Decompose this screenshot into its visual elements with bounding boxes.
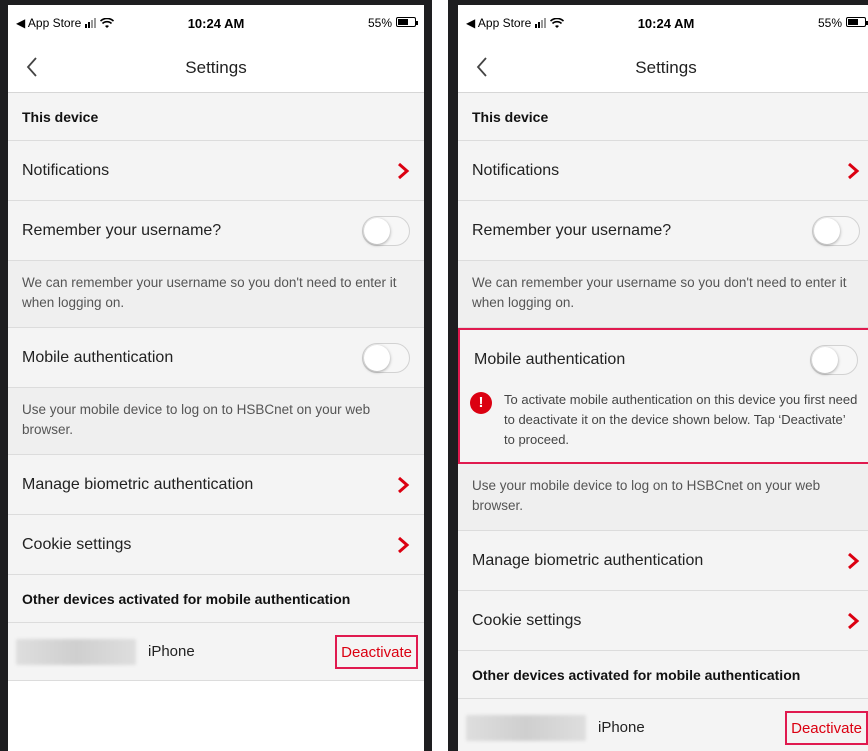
mobile-auth-description: Use your mobile device to log on to HSBC… bbox=[458, 464, 868, 531]
cookie-settings-label: Cookie settings bbox=[472, 611, 582, 629]
chevron-right-icon bbox=[848, 552, 860, 569]
section-header-other-devices: Other devices activated for mobile authe… bbox=[458, 651, 868, 699]
manage-biometric-label: Manage biometric authentication bbox=[472, 551, 704, 569]
canvas: ◀ App Store 10:24 AM 55% Settings This d… bbox=[0, 0, 868, 751]
battery-icon bbox=[846, 17, 868, 27]
status-bar: ◀ App Store 10:24 AM 55% bbox=[8, 5, 424, 43]
mobile-auth-label: Mobile authentication bbox=[22, 348, 174, 366]
notifications-label: Notifications bbox=[22, 161, 110, 179]
notifications-label: Notifications bbox=[472, 161, 560, 179]
battery-percent: 55% bbox=[817, 16, 842, 30]
chevron-right-icon bbox=[398, 476, 410, 493]
mobile-auth-row: Mobile authentication bbox=[8, 328, 424, 388]
remember-username-label: Remember your username? bbox=[22, 221, 222, 239]
remember-username-toggle[interactable] bbox=[362, 215, 410, 246]
settings-content: This device Notifications Remember your … bbox=[458, 93, 868, 751]
mobile-auth-label: Mobile authentication bbox=[474, 351, 626, 368]
status-bar: ◀ App Store 10:24 AM 55% bbox=[458, 5, 868, 43]
deactivate-button[interactable]: Deactivate bbox=[335, 635, 418, 669]
remember-username-toggle[interactable] bbox=[812, 215, 860, 246]
status-time: 10:24 AM bbox=[637, 16, 695, 31]
mobile-auth-highlight: Mobile authentication ! To activate mobi… bbox=[458, 328, 868, 464]
settings-content: This device Notifications Remember your … bbox=[8, 93, 424, 751]
left-phone-screenshot: ◀ App Store 10:24 AM 55% Settings This d… bbox=[0, 0, 432, 751]
section-header-this-device: This device bbox=[458, 93, 868, 141]
mobile-auth-description: Use your mobile device to log on to HSBC… bbox=[8, 388, 424, 455]
remember-username-row: Remember your username? bbox=[8, 201, 424, 261]
cookie-settings-row[interactable]: Cookie settings bbox=[8, 515, 424, 575]
empty-area bbox=[8, 681, 424, 751]
status-time: 10:24 AM bbox=[187, 16, 245, 31]
manage-biometric-row[interactable]: Manage biometric authentication bbox=[8, 455, 424, 515]
redacted-device-owner bbox=[466, 714, 586, 741]
right-phone-screenshot: ◀ App Store 10:24 AM 55% Settings This d… bbox=[448, 0, 868, 751]
screen: ◀ App Store 10:24 AM 55% Settings This d… bbox=[458, 5, 868, 751]
screen: ◀ App Store 10:24 AM 55% Settings This d… bbox=[8, 5, 424, 751]
chevron-right-icon bbox=[848, 162, 860, 179]
device-row: iPhone Deactivate bbox=[458, 699, 868, 751]
battery-percent: 55% bbox=[367, 16, 392, 30]
remember-username-row: Remember your username? bbox=[458, 201, 868, 261]
mobile-auth-warning: ! To activate mobile authentication on t… bbox=[460, 390, 868, 462]
remember-username-description: We can remember your username so you don… bbox=[8, 261, 424, 328]
section-header-other-devices: Other devices activated for mobile authe… bbox=[8, 575, 424, 623]
remember-username-label: Remember your username? bbox=[472, 221, 672, 239]
device-name: iPhone bbox=[598, 719, 645, 736]
device-name: iPhone bbox=[148, 643, 195, 660]
chevron-right-icon bbox=[398, 536, 410, 553]
redacted-device-owner bbox=[16, 638, 136, 665]
warning-text: To activate mobile authentication on thi… bbox=[504, 392, 858, 447]
manage-biometric-label: Manage biometric authentication bbox=[22, 475, 254, 493]
remember-username-description: We can remember your username so you don… bbox=[458, 261, 868, 328]
deactivate-button[interactable]: Deactivate bbox=[785, 711, 868, 745]
mobile-auth-toggle[interactable] bbox=[810, 345, 858, 375]
notifications-row[interactable]: Notifications bbox=[8, 141, 424, 201]
warning-icon: ! bbox=[470, 392, 492, 414]
nav-bar: Settings bbox=[458, 43, 868, 93]
chevron-right-icon bbox=[398, 162, 410, 179]
section-header-this-device: This device bbox=[8, 93, 424, 141]
page-title: Settings bbox=[185, 58, 247, 77]
manage-biometric-row[interactable]: Manage biometric authentication bbox=[458, 531, 868, 591]
mobile-auth-toggle[interactable] bbox=[362, 342, 410, 373]
mobile-auth-row: Mobile authentication bbox=[460, 330, 868, 390]
cookie-settings-label: Cookie settings bbox=[22, 535, 132, 553]
notifications-row[interactable]: Notifications bbox=[458, 141, 868, 201]
device-row: iPhone Deactivate bbox=[8, 623, 424, 681]
battery-icon bbox=[396, 17, 418, 27]
chevron-right-icon bbox=[848, 612, 860, 629]
nav-bar: Settings bbox=[8, 43, 424, 93]
cookie-settings-row[interactable]: Cookie settings bbox=[458, 591, 868, 651]
page-title: Settings bbox=[635, 58, 697, 77]
